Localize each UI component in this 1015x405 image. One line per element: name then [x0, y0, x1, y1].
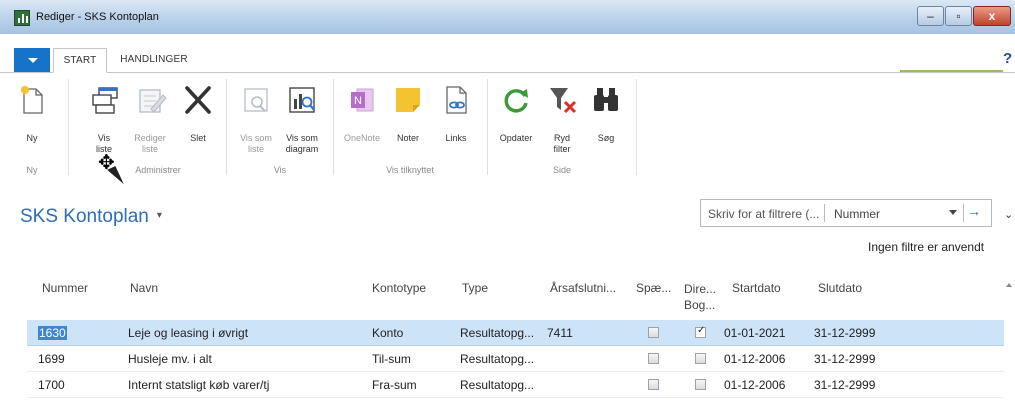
view-as-chart-label: Vis som diagram — [285, 133, 319, 154]
table-row[interactable]: 1699 Husleje mv. i alt Til-sum Resultato… — [27, 346, 1004, 372]
column-header-aarsafslutning[interactable]: Årsafslutni... — [550, 281, 616, 295]
group-label-vis-tilknyttet: Vis tilknyttet — [386, 165, 434, 175]
help-icon[interactable]: ? — [1003, 50, 1012, 67]
maximize-button[interactable]: ▫ — [945, 6, 972, 26]
new-page-icon — [21, 86, 43, 114]
column-header-kontotype[interactable]: Kontotype — [372, 281, 426, 295]
cell-startdato[interactable]: 01-01-2021 — [724, 326, 785, 340]
edit-list-icon — [139, 89, 167, 113]
cell-kontotype[interactable]: Til-sum — [372, 352, 411, 366]
arrow-right-icon[interactable]: → — [967, 203, 981, 219]
binoculars-icon — [594, 88, 618, 111]
onenote-icon: N — [351, 88, 374, 112]
cell-navn[interactable]: Internt statsligt køb varer/tj — [128, 378, 269, 392]
column-header-nummer[interactable]: Nummer — [42, 281, 88, 295]
view-as-chart-icon — [289, 87, 315, 113]
view-list-icon — [92, 87, 118, 114]
checkbox-spaerret[interactable] — [648, 379, 659, 390]
ribbon-separator — [487, 79, 488, 175]
chevron-down-icon[interactable]: ▾ — [157, 210, 162, 221]
minimize-button[interactable]: – — [917, 6, 944, 26]
filter-box: Skriv for at filtrere (... Nummer → — [700, 199, 992, 227]
cell-nummer[interactable]: 1700 — [38, 378, 65, 392]
links-icon — [446, 86, 467, 114]
onenote-label: OneNote — [343, 133, 381, 143]
ribbon-tab-row: START HANDLINGER ? — [0, 48, 1015, 73]
cell-startdato[interactable]: 01-12-2006 — [724, 352, 785, 366]
note-icon — [396, 88, 420, 112]
ribbon: Ny Ny Vis liste Rediger liste Slet Admin… — [0, 73, 1015, 183]
ribbon-separator — [636, 79, 637, 175]
new-button-label: Ny — [26, 133, 38, 143]
view-as-list-icon — [244, 88, 268, 112]
column-header-direkte-bogfoering[interactable]: Dire... Bog... — [684, 281, 716, 313]
links-label: Links — [445, 133, 467, 143]
cell-kontotype[interactable]: Konto — [372, 326, 403, 340]
group-label-side: Side — [552, 165, 571, 175]
column-header-startdato[interactable]: Startdato — [732, 281, 781, 295]
table-row[interactable]: 1630 Leje og leasing i øvrigt Konto Resu… — [27, 320, 1004, 346]
ribbon-separator — [68, 79, 69, 175]
checkbox-direkte-bogfoering[interactable] — [695, 353, 706, 364]
expand-chevron-icon[interactable]: ⌄ — [1004, 208, 1013, 221]
cell-startdato[interactable]: 01-12-2006 — [724, 378, 785, 392]
edit-list-label: Rediger liste — [134, 133, 166, 154]
checkbox-spaerret[interactable] — [648, 353, 659, 364]
group-label-ny: Ny — [26, 165, 38, 175]
tab-accent-line — [900, 70, 1003, 72]
column-header-slutdato[interactable]: Slutdato — [818, 281, 862, 295]
column-header-type[interactable]: Type — [462, 281, 488, 295]
scroll-up-icon[interactable] — [1006, 283, 1012, 287]
cell-aarsafslutning[interactable]: 7411 — [547, 326, 573, 340]
group-label-administrer: Administrer — [135, 165, 181, 175]
filter-input[interactable]: Skriv for at filtrere (... — [708, 207, 819, 221]
cell-slutdato[interactable]: 31-12-2999 — [814, 352, 875, 366]
clear-filter-label: Ryd filter — [553, 133, 571, 154]
page-title[interactable]: SKS Kontoplan ▾ — [20, 206, 162, 228]
checkbox-direkte-bogfoering[interactable] — [695, 379, 706, 390]
group-label-vis: Vis — [273, 165, 287, 175]
ribbon-separator — [333, 79, 334, 175]
search-label: Søg — [597, 133, 615, 143]
column-header-spaerret[interactable]: Spæ... — [636, 281, 671, 295]
cell-type[interactable]: Resultatopg... — [460, 326, 534, 340]
cell-navn[interactable]: Leje og leasing i øvrigt — [128, 326, 248, 340]
notes-label: Noter — [396, 133, 419, 143]
filter-status-text: Ingen filtre er anvendt — [868, 240, 985, 254]
checkbox-direkte-bogfoering[interactable] — [695, 325, 706, 338]
tab-start[interactable]: START — [53, 48, 107, 73]
clear-filter-icon — [550, 88, 577, 114]
filter-divider — [824, 204, 825, 222]
cell-slutdato[interactable]: 31-12-2999 — [814, 326, 875, 340]
file-menu-button[interactable] — [14, 48, 50, 72]
delete-label: Slet — [190, 133, 206, 143]
svg-text:N: N — [354, 95, 362, 107]
checkbox-spaerret[interactable] — [648, 327, 659, 338]
chevron-down-icon[interactable] — [949, 210, 957, 215]
close-button[interactable]: x — [973, 6, 1011, 26]
page-title-text: SKS Kontoplan — [20, 206, 149, 227]
window-titlebar: Rediger - SKS Kontoplan – ▫ x — [0, 0, 1015, 34]
window-title: Rediger - SKS Kontoplan — [36, 11, 159, 23]
app-icon — [14, 10, 30, 26]
cell-type[interactable]: Resultatopg... — [460, 352, 534, 366]
cell-type[interactable]: Resultatopg... — [460, 378, 534, 392]
cell-kontotype[interactable]: Fra-sum — [372, 378, 417, 392]
cell-nummer[interactable]: 1699 — [38, 352, 65, 366]
filter-divider — [963, 204, 964, 222]
view-as-list-label: Vis som liste — [240, 133, 272, 154]
cell-nummer[interactable]: 1630 — [38, 326, 67, 340]
filter-field-select[interactable]: Nummer — [834, 207, 880, 221]
delete-x-icon — [185, 86, 211, 114]
refresh-label: Opdater — [499, 133, 533, 143]
cell-slutdato[interactable]: 31-12-2999 — [814, 378, 875, 392]
column-header-navn[interactable]: Navn — [130, 281, 158, 295]
tab-handlinger[interactable]: HANDLINGER — [114, 48, 194, 73]
ribbon-separator — [226, 79, 227, 175]
refresh-icon — [504, 89, 528, 113]
cell-navn[interactable]: Husleje mv. i alt — [128, 352, 212, 366]
table-row[interactable]: 1700 Internt statsligt køb varer/tj Fra-… — [27, 372, 1004, 398]
